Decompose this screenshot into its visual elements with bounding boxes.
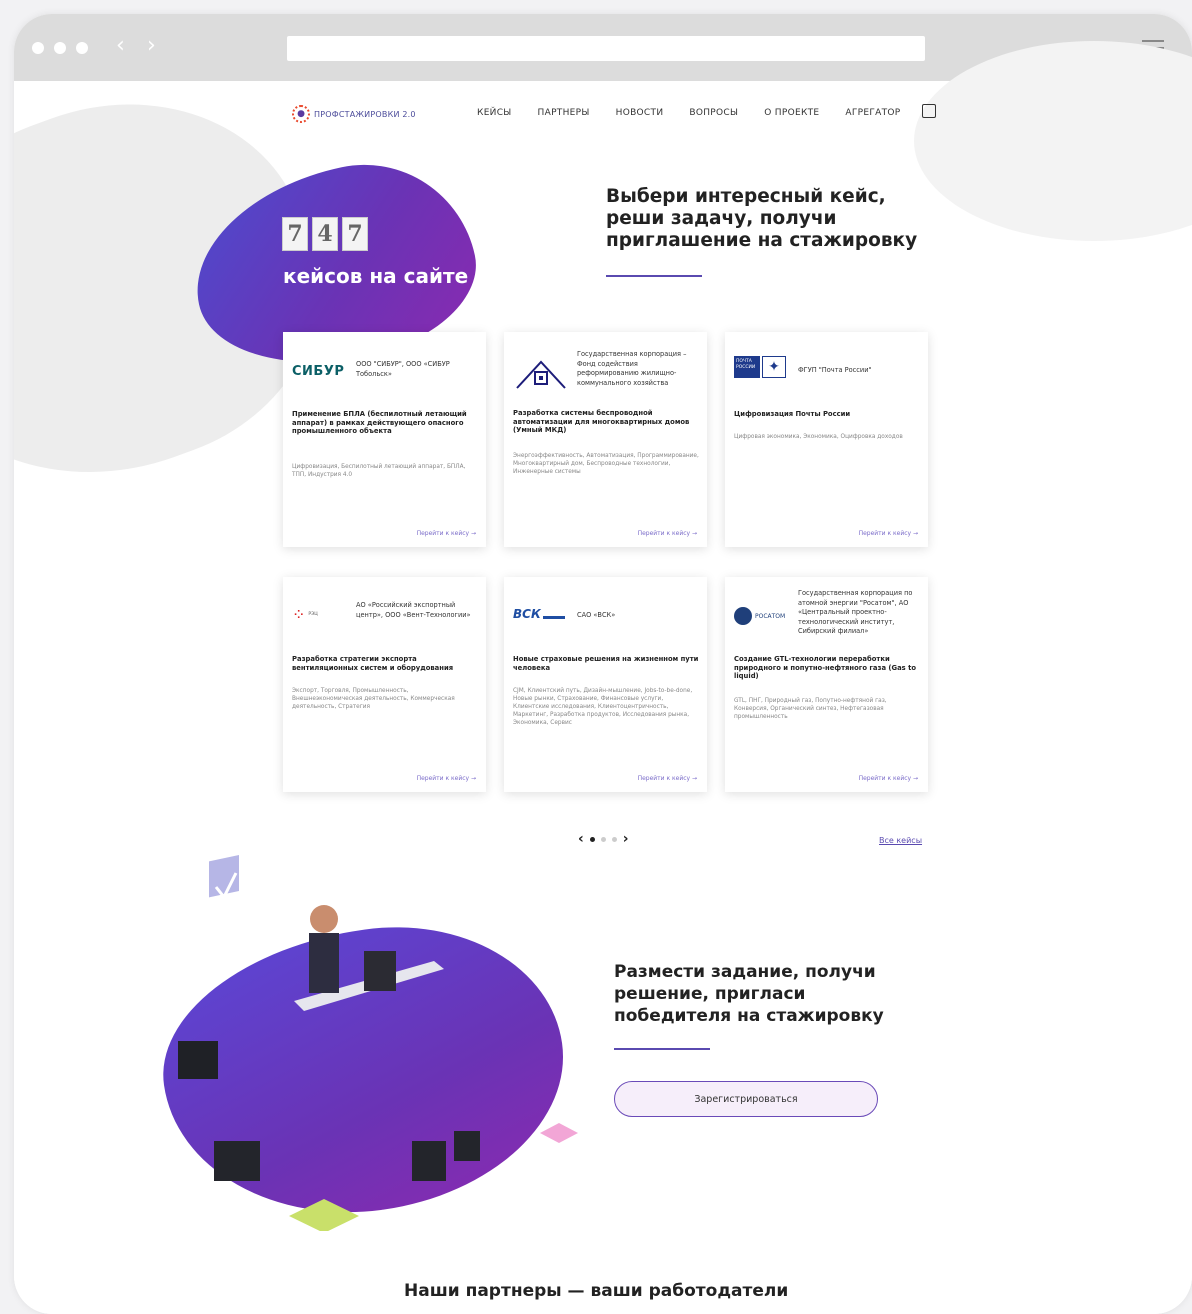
case-card[interactable]: СИБУР ООО "СИБУР", ООО «СИБУР Тобольск» … (283, 332, 486, 547)
card-org: ФГУП "Почта России" (798, 366, 872, 374)
card-link[interactable]: Перейти к кейсу → (859, 530, 918, 537)
card-title: Создание GTL-технологии переработки прир… (734, 655, 916, 680)
partners-heading: Наши партнеры — ваши работодатели (404, 1281, 789, 1301)
card-title: Цифровизация Почты России (734, 410, 851, 418)
address-bar[interactable] (287, 36, 925, 61)
case-card[interactable]: Государственная корпорация – Фонд содейс… (504, 332, 707, 547)
nav-item-partners[interactable]: ПАРТНЕРЫ (538, 108, 590, 118)
counter-label: кейсов на сайте (283, 264, 469, 288)
nav-item-news[interactable]: НОВОСТИ (616, 108, 664, 118)
prev-arrow-icon[interactable]: ‹ (578, 831, 584, 847)
card-org: ООО "СИБУР", ООО «СИБУР Тобольск» (356, 360, 450, 378)
card-link[interactable]: Перейти к кейсу → (859, 775, 918, 782)
window-dot-icon[interactable] (76, 42, 88, 54)
pager-dot[interactable] (600, 836, 606, 842)
pager-dot[interactable] (589, 836, 595, 842)
fund-logo (513, 352, 569, 392)
page-content: ● ПРОФСТАЖИРОВКИ 2.0 КЕЙСЫ ПАРТНЕРЫ НОВО… (14, 41, 1192, 1314)
card-tags: Энергоэффективность, Автоматизация, Прог… (513, 453, 699, 475)
card-tags: Экспорт, Торговля, Промышленность, Внешн… (292, 688, 455, 710)
card-title: Новые страховые решения на жизненном пут… (513, 655, 699, 672)
logo-text: ПРОФСТАЖИРОВКИ 2.0 (314, 109, 416, 119)
divider (606, 275, 702, 277)
nav-item-cases[interactable]: КЕЙСЫ (477, 108, 512, 118)
counter-digit: 4 (312, 217, 338, 251)
nav-item-aggregator[interactable]: АГРЕГАТОР (845, 108, 900, 118)
card-title: Разработка системы беспроводной автомати… (513, 409, 690, 434)
case-card[interactable]: ПОЧТА РОССИИ ✦ ФГУП "Почта России" Цифро… (725, 332, 928, 547)
card-tags: Цифровая экономика, Экономика, Оцифровка… (734, 434, 903, 440)
forward-icon[interactable]: › (147, 32, 156, 60)
card-org: Государственная корпорация по атомной эн… (798, 589, 913, 635)
card-org: АО «Российский экспортный центр», ООО «В… (356, 601, 471, 619)
case-card[interactable]: РОСАТОМ Государственная корпорация по ат… (725, 577, 928, 792)
card-title: Разработка стратегии экспорта вентиляцио… (292, 655, 454, 672)
divider (614, 1048, 710, 1050)
rosatom-logo: РОСАТОМ (734, 607, 785, 625)
counter-digit: 7 (282, 217, 308, 251)
login-icon[interactable] (922, 104, 936, 118)
card-link[interactable]: Перейти к кейсу → (417, 530, 476, 537)
site-logo[interactable]: ● ПРОФСТАЖИРОВКИ 2.0 (292, 105, 416, 123)
case-counter: 7 4 7 (282, 217, 368, 251)
pochta-logo: ПОЧТА РОССИИ ✦ (734, 356, 786, 378)
case-card[interactable]: ВСК САО «ВСК» Новые страховые решения на… (504, 577, 707, 792)
card-tags: CJM, Клиентский путь, Дизайн-мышление, J… (513, 688, 693, 726)
vsk-logo: ВСК (513, 607, 565, 621)
section2-title: Размести задание, получи решение, пригла… (614, 962, 884, 1026)
carousel-pager: ‹ › (578, 831, 629, 847)
card-title: Применение БПЛА (беспилотный летающий ап… (292, 410, 467, 435)
window-dot-icon[interactable] (32, 42, 44, 54)
hero-title: Выбери интересный кейс, реши задачу, пол… (606, 186, 918, 251)
site-header: ● ПРОФСТАЖИРОВКИ 2.0 КЕЙСЫ ПАРТНЕРЫ НОВО… (292, 101, 942, 127)
pager-dot[interactable] (611, 836, 617, 842)
register-button[interactable]: Зарегистрироваться (614, 1081, 878, 1117)
main-nav: КЕЙСЫ ПАРТНЕРЫ НОВОСТИ ВОПРОСЫ О ПРОЕКТЕ… (477, 108, 901, 118)
rec-logo: ⁘ РЭЦ (292, 605, 318, 624)
case-card[interactable]: ⁘ РЭЦ АО «Российский экспортный центр», … (283, 577, 486, 792)
all-cases-link[interactable]: Все кейсы (879, 836, 922, 845)
card-link[interactable]: Перейти к кейсу → (638, 530, 697, 537)
card-link[interactable]: Перейти к кейсу → (417, 775, 476, 782)
browser-window: ‹ › ● ПРОФСТАЖИРОВКИ 2.0 КЕЙСЫ ПАРТНЕРЫ … (14, 14, 1192, 1314)
next-arrow-icon[interactable]: › (623, 831, 629, 847)
back-icon[interactable]: ‹ (116, 32, 125, 60)
sibur-logo: СИБУР (292, 364, 345, 379)
office-illustration (178, 855, 578, 1231)
window-dot-icon[interactable] (54, 42, 66, 54)
card-org: САО «ВСК» (577, 611, 616, 619)
counter-digit: 7 (342, 217, 368, 251)
card-org: Государственная корпорация – Фонд содейс… (577, 350, 687, 387)
card-tags: GTL, ПНГ, Природный газ, Попутно-нефтяно… (734, 698, 887, 720)
logo-icon: ● (292, 105, 310, 123)
card-link[interactable]: Перейти к кейсу → (638, 775, 697, 782)
card-tags: Цифровизация, Беспилотный летающий аппар… (292, 464, 466, 478)
nav-item-questions[interactable]: ВОПРОСЫ (689, 108, 738, 118)
nav-item-about[interactable]: О ПРОЕКТЕ (764, 108, 819, 118)
